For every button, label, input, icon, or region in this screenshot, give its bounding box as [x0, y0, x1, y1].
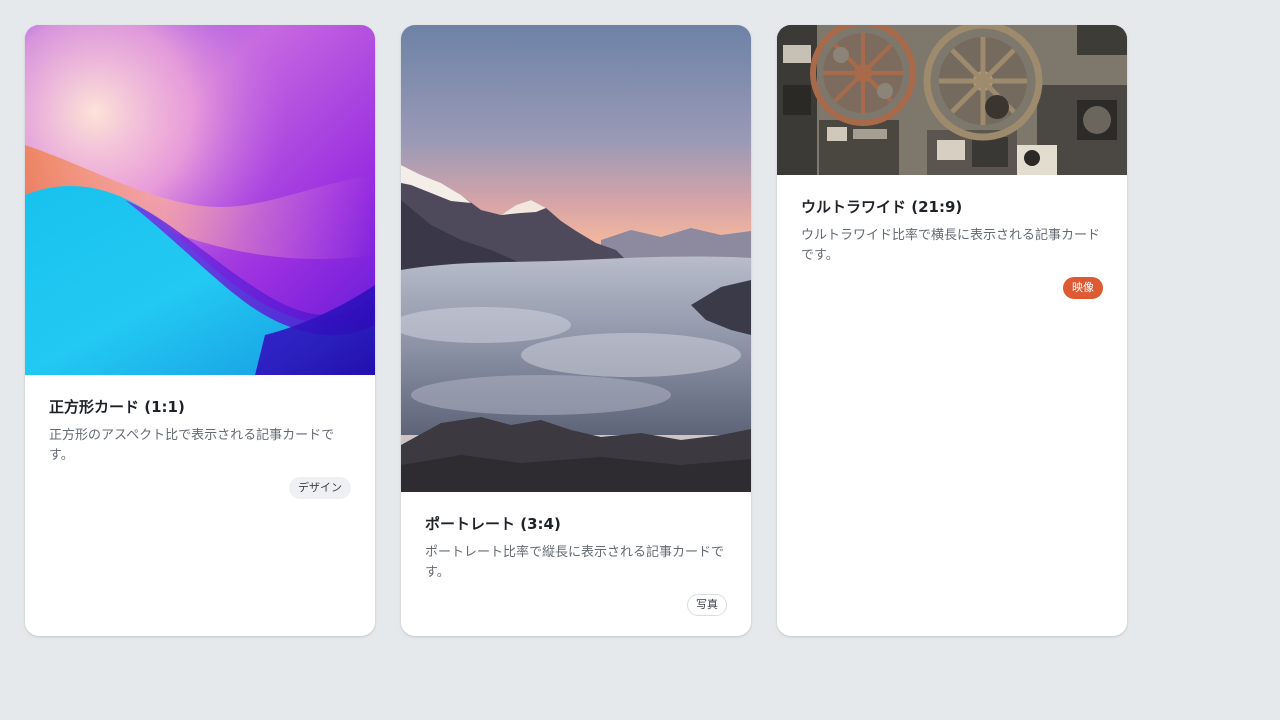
- tag-badge[interactable]: 映像: [1063, 277, 1103, 299]
- article-card-portrait[interactable]: ポートレート (3:4) ポートレート比率で縦長に表示される記事カードです。 写…: [401, 25, 751, 636]
- article-card-ultrawide[interactable]: ウルトラワイド (21:9) ウルトラワイド比率で横長に表示される記事カードです…: [777, 25, 1127, 636]
- card-description: 正方形のアスペクト比で表示される記事カードです。: [49, 428, 335, 463]
- card-image-mountains-clouds: [401, 25, 751, 492]
- card-description: ポートレート比率で縦長に表示される記事カードです。: [425, 545, 725, 580]
- article-card-square[interactable]: 正方形カード (1:1) 正方形のアスペクト比で表示される記事カードです。 デザ…: [25, 25, 375, 636]
- card-image-film-projector: [777, 25, 1127, 175]
- tag-badge[interactable]: デザイン: [289, 477, 351, 499]
- card-title[interactable]: ウルトラワイド (21:9): [801, 197, 1103, 217]
- card-title[interactable]: 正方形カード (1:1): [49, 397, 351, 417]
- card-description: ウルトラワイド比率で横長に表示される記事カードです。: [801, 228, 1101, 263]
- tag-badge[interactable]: 写真: [687, 594, 727, 616]
- card-image-abstract-gradient: [25, 25, 375, 375]
- card-grid: 正方形カード (1:1) 正方形のアスペクト比で表示される記事カードです。 デザ…: [25, 25, 1127, 636]
- card-title[interactable]: ポートレート (3:4): [425, 514, 727, 534]
